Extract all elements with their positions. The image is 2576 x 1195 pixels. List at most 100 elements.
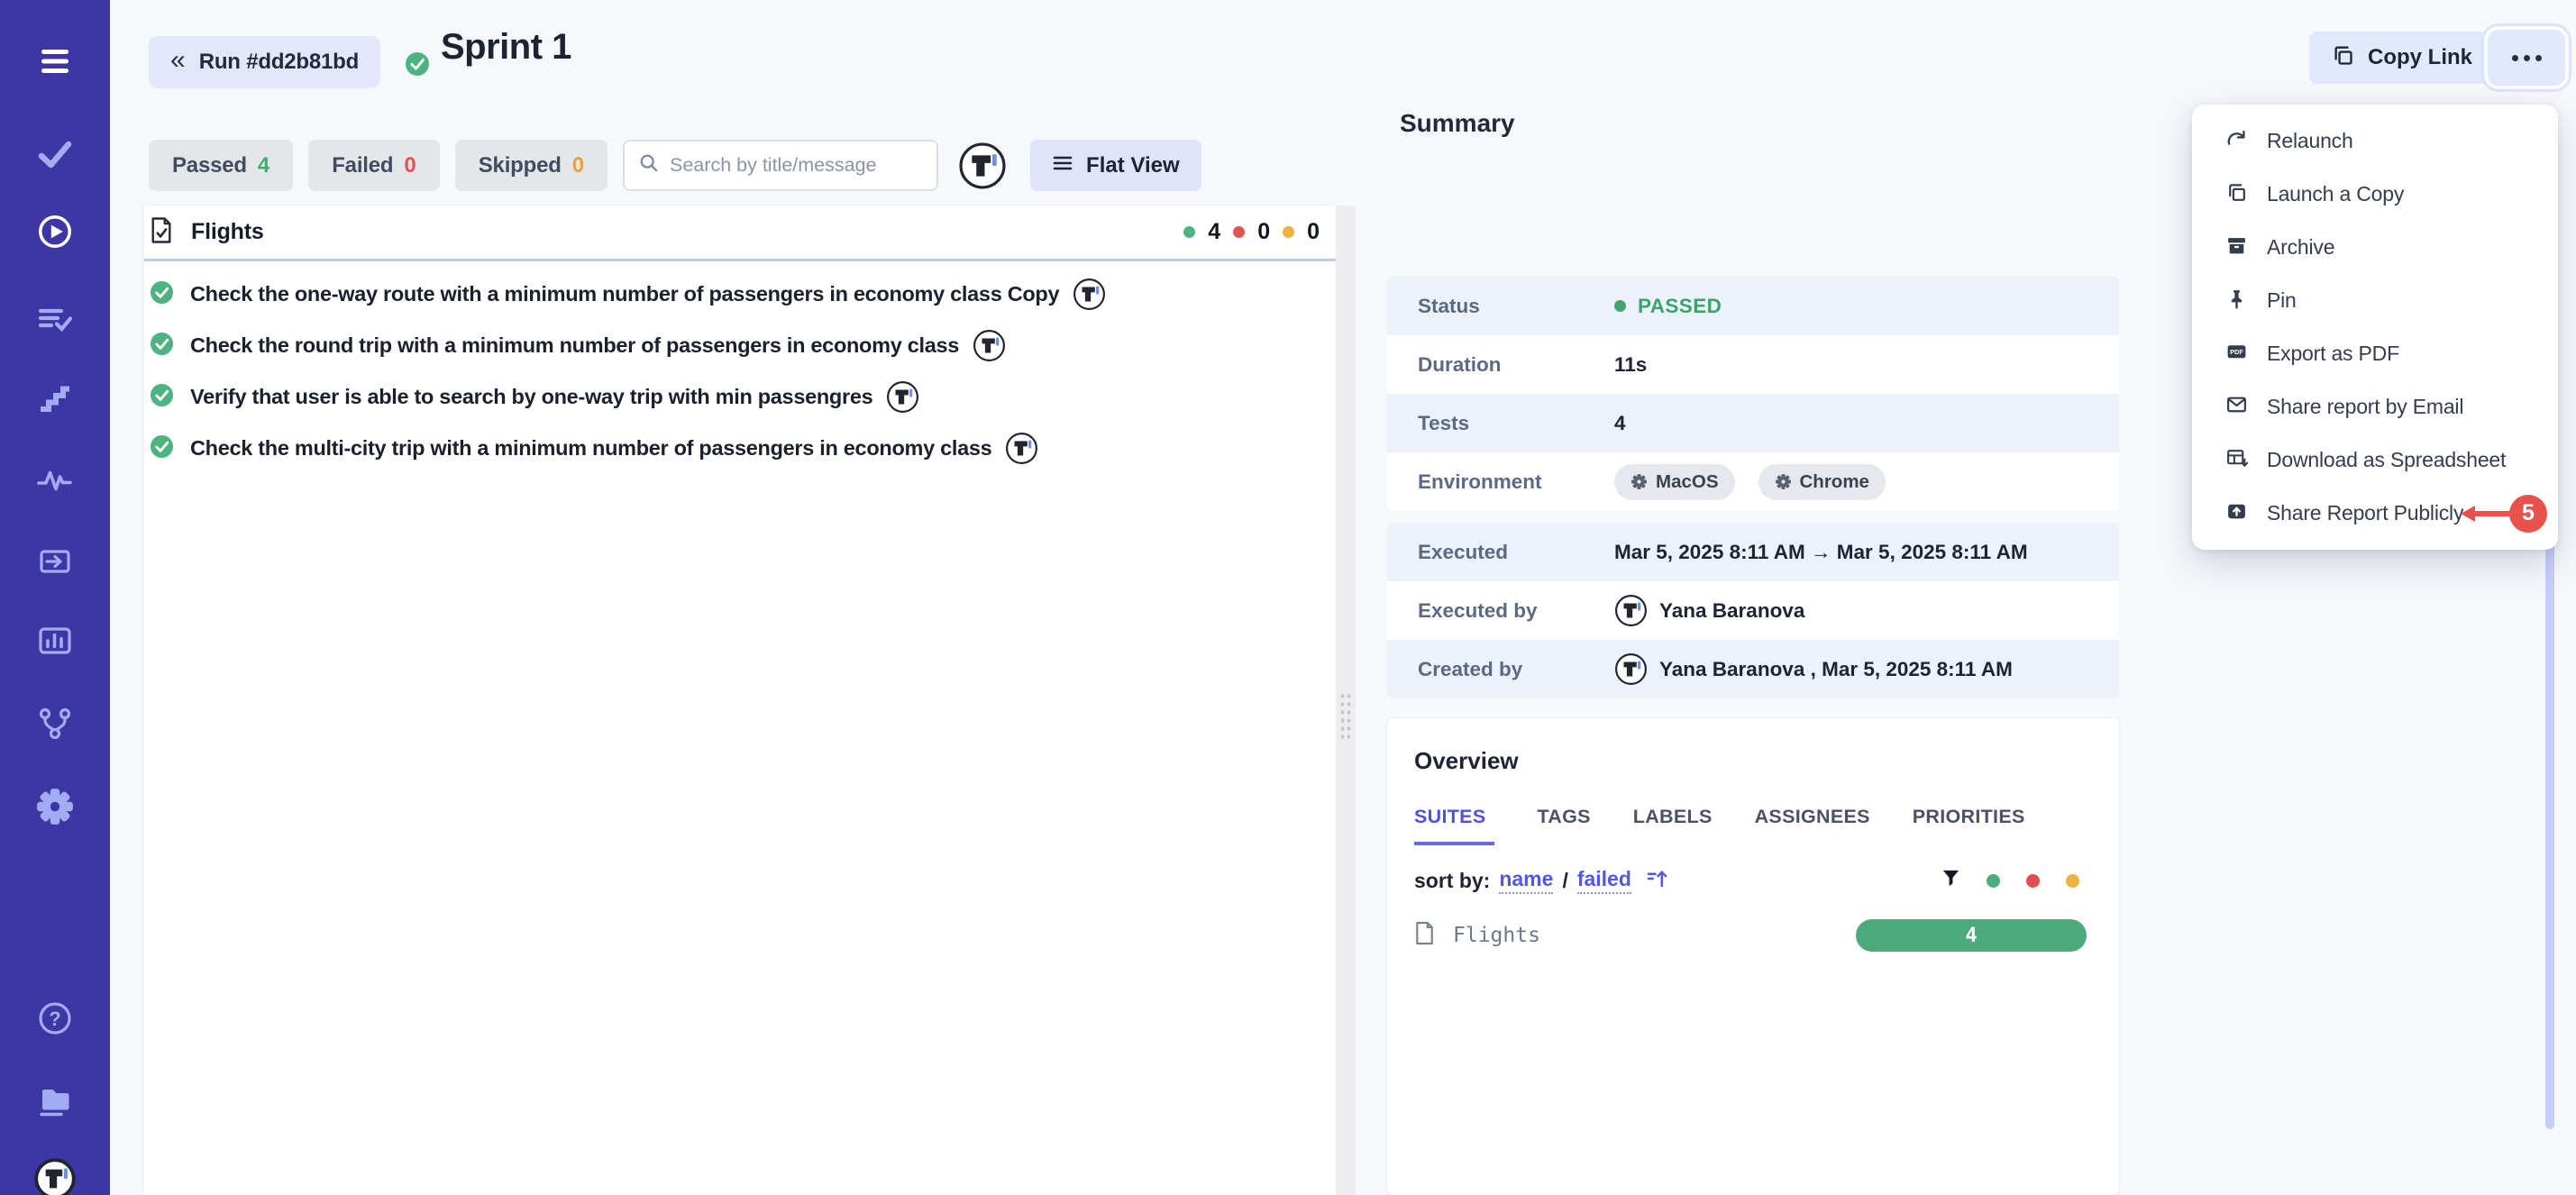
share-email-icon — [2225, 394, 2248, 421]
skipped-filter-dot[interactable] — [2066, 874, 2079, 888]
git-branch-icon[interactable] — [33, 702, 77, 745]
test-title: Verify that user is able to search by on… — [190, 385, 872, 409]
assignee-avatar — [886, 380, 919, 414]
tests-check-icon[interactable] — [33, 132, 77, 176]
menu-icon[interactable] — [33, 40, 77, 83]
filter-skipped-chip[interactable]: Skipped 0 — [455, 140, 607, 191]
menu-item-share-email[interactable]: Share report by Email — [2192, 380, 2558, 433]
milestones-steps-icon[interactable] — [33, 376, 77, 419]
import-icon[interactable] — [33, 540, 77, 583]
projects-folder-icon[interactable] — [33, 1078, 77, 1121]
environment-chip[interactable]: MacOS — [1614, 464, 1735, 500]
overview-suite-row[interactable]: Flights 4 — [1414, 919, 2092, 952]
list-view-icon — [1052, 152, 1073, 178]
vertical-scrollbar[interactable] — [2545, 509, 2554, 1129]
back-to-run-button[interactable]: « Run #dd2b81bd — [149, 36, 380, 88]
summary-row-executed: Executed Mar 5, 2025 8:11 AM → Mar 5, 20… — [1387, 523, 2119, 581]
executed-value: Mar 5, 2025 8:11 AM → Mar 5, 2025 8:11 A… — [1614, 541, 2028, 564]
tab-assignees[interactable]: ASSIGNEES — [1755, 806, 1870, 845]
suite-skipped-count: 0 — [1307, 219, 1320, 245]
ellipsis-icon — [2512, 55, 2518, 61]
copy-link-button[interactable]: Copy Link — [2309, 32, 2494, 84]
assignee-avatar — [1005, 432, 1038, 465]
tab-tags[interactable]: TAGS — [1537, 806, 1590, 845]
test-row[interactable]: Check the multi-city trip with a minimum… — [144, 423, 1336, 474]
search-icon — [639, 153, 659, 178]
help-icon[interactable]: ? — [33, 997, 77, 1040]
executed-by-value: Yana Baranova — [1659, 599, 1804, 623]
analytics-pulse-icon[interactable] — [33, 459, 77, 502]
tests-label: Tests — [1387, 412, 1614, 435]
file-icon — [1414, 920, 1435, 951]
flat-view-toggle[interactable]: Flat View — [1030, 140, 1201, 191]
more-actions-button[interactable] — [2488, 30, 2565, 86]
menu-item-export-pdf[interactable]: PDF Export as PDF — [2192, 327, 2558, 380]
annotation-arrow-icon — [2461, 503, 2513, 525]
tab-suites[interactable]: SUITES — [1414, 806, 1494, 845]
test-passed-check-icon — [150, 383, 174, 412]
relaunch-icon — [2225, 128, 2248, 155]
executor-filter-avatar[interactable] — [958, 141, 1007, 190]
status-label: Status — [1387, 295, 1614, 318]
filter-failed-chip[interactable]: Failed 0 — [308, 140, 440, 191]
more-actions-dropdown: Relaunch Launch a Copy Archive Pin PDF E… — [2192, 105, 2558, 550]
summary-row-tests: Tests 4 — [1387, 394, 2119, 452]
menu-item-download-spreadsheet[interactable]: Download as Spreadsheet — [2192, 433, 2558, 487]
menu-item-archive[interactable]: Archive — [2192, 221, 2558, 274]
tab-labels[interactable]: LABELS — [1633, 806, 1713, 845]
runs-play-circle-icon[interactable] — [33, 210, 77, 253]
menu-item-launch-copy[interactable]: Launch a Copy — [2192, 168, 2558, 221]
page-title: Sprint 1 — [441, 27, 571, 68]
suite-header-flights[interactable]: Flights 4 0 0 — [144, 205, 1336, 261]
user-avatar-logo[interactable] — [33, 1157, 77, 1195]
user-avatar — [1614, 594, 1648, 627]
filter-passed-chip[interactable]: Passed 4 — [149, 140, 293, 191]
duration-value: 11s — [1614, 353, 1647, 377]
sidebar: ? — [0, 0, 110, 1195]
summary-table-executed: Executed Mar 5, 2025 8:11 AM → Mar 5, 20… — [1387, 523, 2119, 698]
pin-icon — [2225, 287, 2248, 315]
panel-resize-divider[interactable] — [1336, 205, 1356, 1195]
created-by-value: Yana Baranova , Mar 5, 2025 8:11 AM — [1659, 658, 2013, 681]
menu-item-share-publicly[interactable]: Share Report Publicly 5 — [2192, 487, 2558, 540]
export-pdf-icon: PDF — [2225, 341, 2248, 368]
menu-item-pin[interactable]: Pin — [2192, 274, 2558, 327]
skipped-dot — [1283, 226, 1294, 238]
annotation-step-badge: 5 — [2509, 495, 2547, 533]
settings-gear-icon[interactable] — [33, 785, 77, 828]
test-row[interactable]: Check the one-way route with a minimum n… — [144, 269, 1336, 320]
overview-suite-name: Flights — [1453, 924, 1540, 947]
sort-by-name-link[interactable]: name — [1499, 867, 1553, 894]
filter-funnel-icon[interactable] — [1941, 869, 1960, 893]
sort-ascending-icon[interactable] — [1646, 868, 1668, 894]
test-plans-list-check-icon[interactable] — [33, 298, 77, 342]
passed-filter-dot[interactable] — [1987, 874, 2000, 888]
skipped-label: Skipped — [479, 153, 562, 178]
search-box — [623, 140, 938, 191]
reports-bar-chart-icon[interactable] — [33, 619, 77, 662]
svg-text:PDF: PDF — [2230, 348, 2243, 356]
menu-item-relaunch[interactable]: Relaunch — [2192, 114, 2558, 168]
sort-row: sort by: name / failed — [1414, 867, 2092, 894]
menu-label: Launch a Copy — [2267, 182, 2404, 206]
resize-grip[interactable] — [1339, 692, 1352, 743]
summary-title: Summary — [1400, 109, 1515, 138]
failed-filter-dot[interactable] — [2026, 874, 2040, 888]
menu-label: Share report by Email — [2267, 395, 2463, 419]
status-dot — [1614, 300, 1626, 312]
menu-label: Pin — [2267, 288, 2297, 313]
environment-chip[interactable]: Chrome — [1758, 464, 1886, 500]
failed-dot — [1233, 226, 1245, 238]
archive-icon — [2225, 234, 2248, 261]
suite-failed-count: 0 — [1257, 219, 1270, 245]
step-annotation: 5 — [2461, 495, 2547, 533]
test-title: Check the round trip with a minimum numb… — [190, 333, 959, 358]
search-input[interactable] — [670, 154, 922, 177]
test-row[interactable]: Check the round trip with a minimum numb… — [144, 320, 1336, 371]
test-row[interactable]: Verify that user is able to search by on… — [144, 371, 1336, 423]
tab-priorities[interactable]: PRIORITIES — [1913, 806, 2025, 845]
sort-by-failed-link[interactable]: failed — [1577, 867, 1631, 894]
overview-title: Overview — [1414, 747, 2092, 775]
copy-link-label: Copy Link — [2368, 45, 2472, 70]
test-title: Check the multi-city trip with a minimum… — [190, 436, 991, 461]
